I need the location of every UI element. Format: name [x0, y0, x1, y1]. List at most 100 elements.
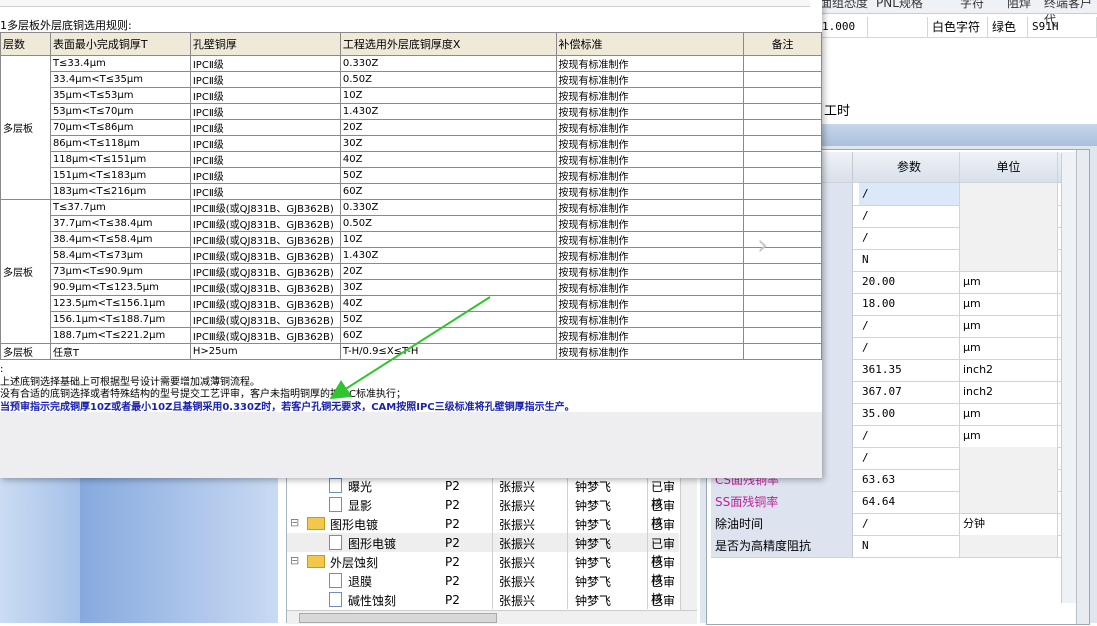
parameter-value[interactable]: / — [859, 513, 960, 535]
parameter-value[interactable]: / — [859, 337, 960, 359]
reviewer-cell: 钟梦飞 — [575, 537, 612, 551]
tree-node-label: 碱性蚀刻 — [329, 592, 396, 609]
tree-node[interactable]: 图形电镀 P2 张振兴 钟梦飞 已审核 — [287, 533, 679, 568]
priority-cell: P2 — [445, 479, 460, 493]
parameter-value[interactable]: / — [859, 227, 960, 249]
parameter-unit: inch2 — [960, 381, 1058, 403]
node-text: 图形电镀 — [348, 537, 397, 551]
cell — [868, 17, 928, 37]
column-divider — [647, 495, 648, 514]
tree-node[interactable]: ⊟图形电镀P2张振兴钟梦飞已审核 — [287, 514, 679, 549]
priority-cell: P2 — [445, 555, 460, 569]
side-splitter[interactable] — [1076, 150, 1089, 624]
parameter-value[interactable]: 361.35 — [859, 359, 960, 381]
column-divider — [647, 590, 648, 609]
tree-node-label: 外层蚀刻 — [307, 554, 378, 571]
folder-icon — [307, 555, 325, 568]
tree-vertical-scrollbar[interactable] — [680, 470, 697, 610]
header-cell: PNL规格 — [876, 0, 923, 10]
tree-node[interactable]: ⊟ 外层蚀刻 P2 张振兴 钟梦飞 已审核 — [287, 552, 679, 587]
parameter-row[interactable]: 是否为高精度阻抗 N — [711, 535, 1084, 558]
column-divider — [492, 590, 493, 609]
parameter-value[interactable]: / — [859, 183, 960, 205]
parameter-unit: μm — [960, 425, 1058, 447]
header-cell: 阻焊 — [1007, 0, 1032, 10]
tree-node-label: 图形电镀 — [329, 535, 396, 552]
green-arrow — [329, 296, 491, 400]
priority-cell: P2 — [445, 536, 460, 550]
process-tree: 曝光 P2 张振兴 钟梦飞 已审核 显影 P2 张振兴 钟梦飞 已审核 ⊟ 图形电镀 P2 张振兴 钟梦飞已… — [286, 470, 697, 625]
column-divider — [647, 514, 648, 533]
parameter-value[interactable]: 63.63 — [859, 469, 960, 491]
column-divider — [647, 533, 648, 552]
tree-horizontal-scrollbar[interactable] — [287, 610, 697, 624]
background-panel — [0, 470, 278, 623]
file-icon — [329, 573, 342, 588]
parameter-name: 是否为高精度阻抗 — [711, 535, 853, 557]
parameter-unit — [960, 205, 1058, 227]
reviewer-cell: 钟梦飞 — [575, 499, 612, 513]
node-text: 退膜 — [348, 575, 373, 589]
priority-cell: P2 — [445, 593, 460, 607]
column-divider — [492, 476, 493, 495]
tree-node[interactable]: 退膜 P2 张振兴 钟梦飞 已审核 — [287, 571, 679, 606]
rule-popup: 1多层板外层底铜选用规则: 层数 表面最小完成铜厚T 孔壁铜厚 工程选用外层底铜… — [0, 0, 822, 478]
node-text: 碱性蚀刻 — [348, 594, 397, 608]
parameter-unit — [960, 249, 1058, 271]
parameter-unit: μm — [960, 293, 1058, 315]
collapse-toggle-icon[interactable]: ⊟ — [290, 516, 299, 529]
parameter-name: SS面残铜率 — [711, 491, 853, 513]
tree-node[interactable]: 曝光 P2 张振兴 钟梦飞 已审核 — [287, 476, 679, 511]
header-cell: 字符 — [960, 0, 985, 10]
parameter-value[interactable]: 35.00 — [859, 403, 960, 425]
column-divider — [567, 495, 568, 514]
column-divider — [492, 495, 493, 514]
order-summary-row[interactable]: 1.000 白色字符 绿色 S91H — [818, 17, 1097, 38]
parameter-unit: inch2 — [960, 359, 1058, 381]
parameter-unit — [960, 227, 1058, 249]
section-title: 工时 — [824, 104, 851, 119]
tree-node[interactable]: 显影 P2 张振兴 钟梦飞 已审核 — [287, 495, 679, 530]
parameter-unit — [960, 491, 1058, 513]
column-divider — [647, 571, 648, 590]
scroll-thumb[interactable] — [299, 613, 497, 623]
parameter-row[interactable]: SS面残铜率 64.64 — [711, 491, 1084, 514]
column-divider — [567, 533, 568, 552]
column-divider — [567, 514, 568, 533]
tree-node[interactable]: 碱性蚀刻P2张振兴钟梦飞已审核 — [287, 590, 679, 625]
parameter-unit — [960, 183, 1058, 205]
parameter-row[interactable]: 除油时间 / 分钟 — [711, 513, 1084, 536]
parameter-value[interactable]: / — [859, 315, 960, 337]
header-cell: 面组恐度 — [820, 0, 869, 10]
owner-cell: 张振兴 — [499, 499, 536, 513]
reviewer-cell: 钟梦飞 — [575, 594, 612, 608]
parameter-unit — [960, 469, 1058, 491]
folder-icon — [307, 517, 325, 530]
order-summary-strip: 面组恐度 PNL规格 字符 阻焊 终端客户代 1.000 白色字符 绿色 S91… — [818, 0, 1097, 95]
parameter-value[interactable]: 18.00 — [859, 293, 960, 315]
column-divider — [647, 476, 648, 495]
column-divider — [567, 571, 568, 590]
parameter-value[interactable]: 20.00 — [859, 271, 960, 293]
reviewer-cell: 钟梦飞 — [575, 480, 612, 494]
parameter-value[interactable]: 64.64 — [859, 491, 960, 513]
parameter-value[interactable]: N — [859, 249, 960, 271]
priority-cell: P2 — [445, 517, 460, 531]
owner-cell: 张振兴 — [499, 594, 536, 608]
column-divider — [567, 476, 568, 495]
owner-cell: 张振兴 — [499, 537, 536, 551]
parameter-value[interactable]: N — [859, 535, 960, 557]
parameter-unit — [960, 535, 1058, 557]
collapse-toggle-icon[interactable]: ⊟ — [290, 554, 299, 567]
column-divider — [492, 571, 493, 590]
parameter-unit: μm — [960, 403, 1058, 425]
column-divider — [647, 552, 648, 571]
parameter-value[interactable]: / — [859, 425, 960, 447]
parameter-name: 除油时间 — [711, 513, 853, 535]
parameter-value[interactable]: / — [859, 205, 960, 227]
parameter-value[interactable]: / — [859, 447, 960, 469]
owner-cell: 张振兴 — [499, 518, 536, 532]
cell: 1.000 — [818, 17, 868, 37]
reviewer-cell: 钟梦飞 — [575, 518, 612, 532]
parameter-value[interactable]: 367.07 — [859, 381, 960, 403]
